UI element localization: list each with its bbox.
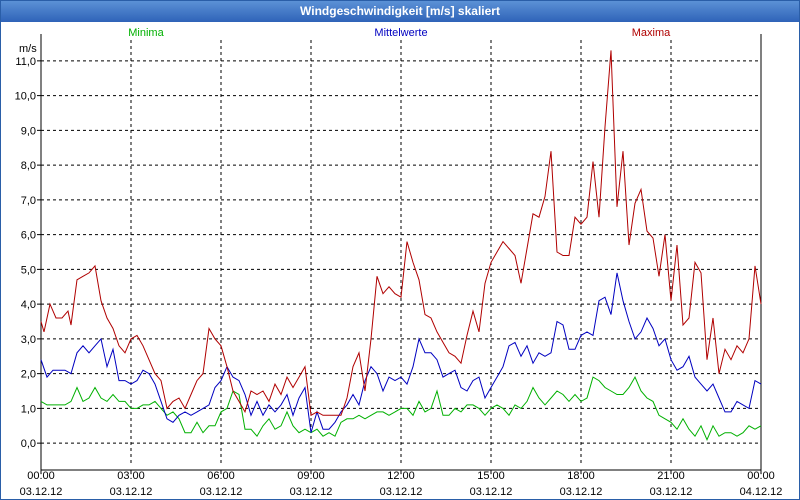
x-tick-date: 03.12.12 <box>650 486 693 498</box>
y-tick-label: 7,0 <box>21 195 36 207</box>
y-tick-label: 11,0 <box>15 56 36 68</box>
x-tick-time: 00:00 <box>747 470 775 482</box>
y-tick-label: 10,0 <box>15 91 36 103</box>
x-tick-time: 06:00 <box>207 470 235 482</box>
x-tick-time: 09:00 <box>297 470 325 482</box>
y-tick-label: 1,0 <box>21 403 36 415</box>
x-tick-date: 03.12.12 <box>110 486 153 498</box>
y-tick-label: 8,0 <box>21 160 36 172</box>
x-tick-date: 03.12.12 <box>20 486 63 498</box>
legend-maxima: Maxima <box>632 27 671 39</box>
x-tick-date: 03.12.12 <box>560 486 603 498</box>
x-tick-date: 03.12.12 <box>470 486 513 498</box>
window-title: Windgeschwindigkeit [m/s] skaliert <box>1 1 799 22</box>
y-tick-label: 9,0 <box>21 125 36 137</box>
x-tick-time: 00:00 <box>27 470 55 482</box>
y-tick-label: 2,0 <box>21 369 36 381</box>
x-tick-time: 12:00 <box>387 470 415 482</box>
x-tick-date: 03.12.12 <box>380 486 423 498</box>
y-tick-label: 6,0 <box>21 230 36 242</box>
legend-minima: Minima <box>128 27 164 39</box>
y-axis-unit: m/s <box>19 43 37 55</box>
legend-mittelwerte: Mittelwerte <box>374 27 427 39</box>
x-tick-time: 15:00 <box>477 470 505 482</box>
y-tick-label: 5,0 <box>21 264 36 276</box>
x-tick-date: 03.12.12 <box>290 486 333 498</box>
line-chart: 0,0 1,0 2,0 3,0 4,0 5,0 6,0 7,0 8,0 9,0 10,0 11,0m/… <box>15 27 783 498</box>
x-tick-time: 18:00 <box>567 470 595 482</box>
x-tick-time: 21:00 <box>657 470 685 482</box>
chart-window: Windgeschwindigkeit [m/s] skaliert 0,0 1,… <box>0 0 800 500</box>
x-tick-date: 03.12.12 <box>200 486 243 498</box>
y-tick-label: 4,0 <box>21 299 36 311</box>
x-tick-date: 04.12.12 <box>740 486 783 498</box>
x-tick-time: 03:00 <box>117 470 145 482</box>
y-tick-label: 3,0 <box>21 334 36 346</box>
y-tick-label: 0,0 <box>21 438 36 450</box>
